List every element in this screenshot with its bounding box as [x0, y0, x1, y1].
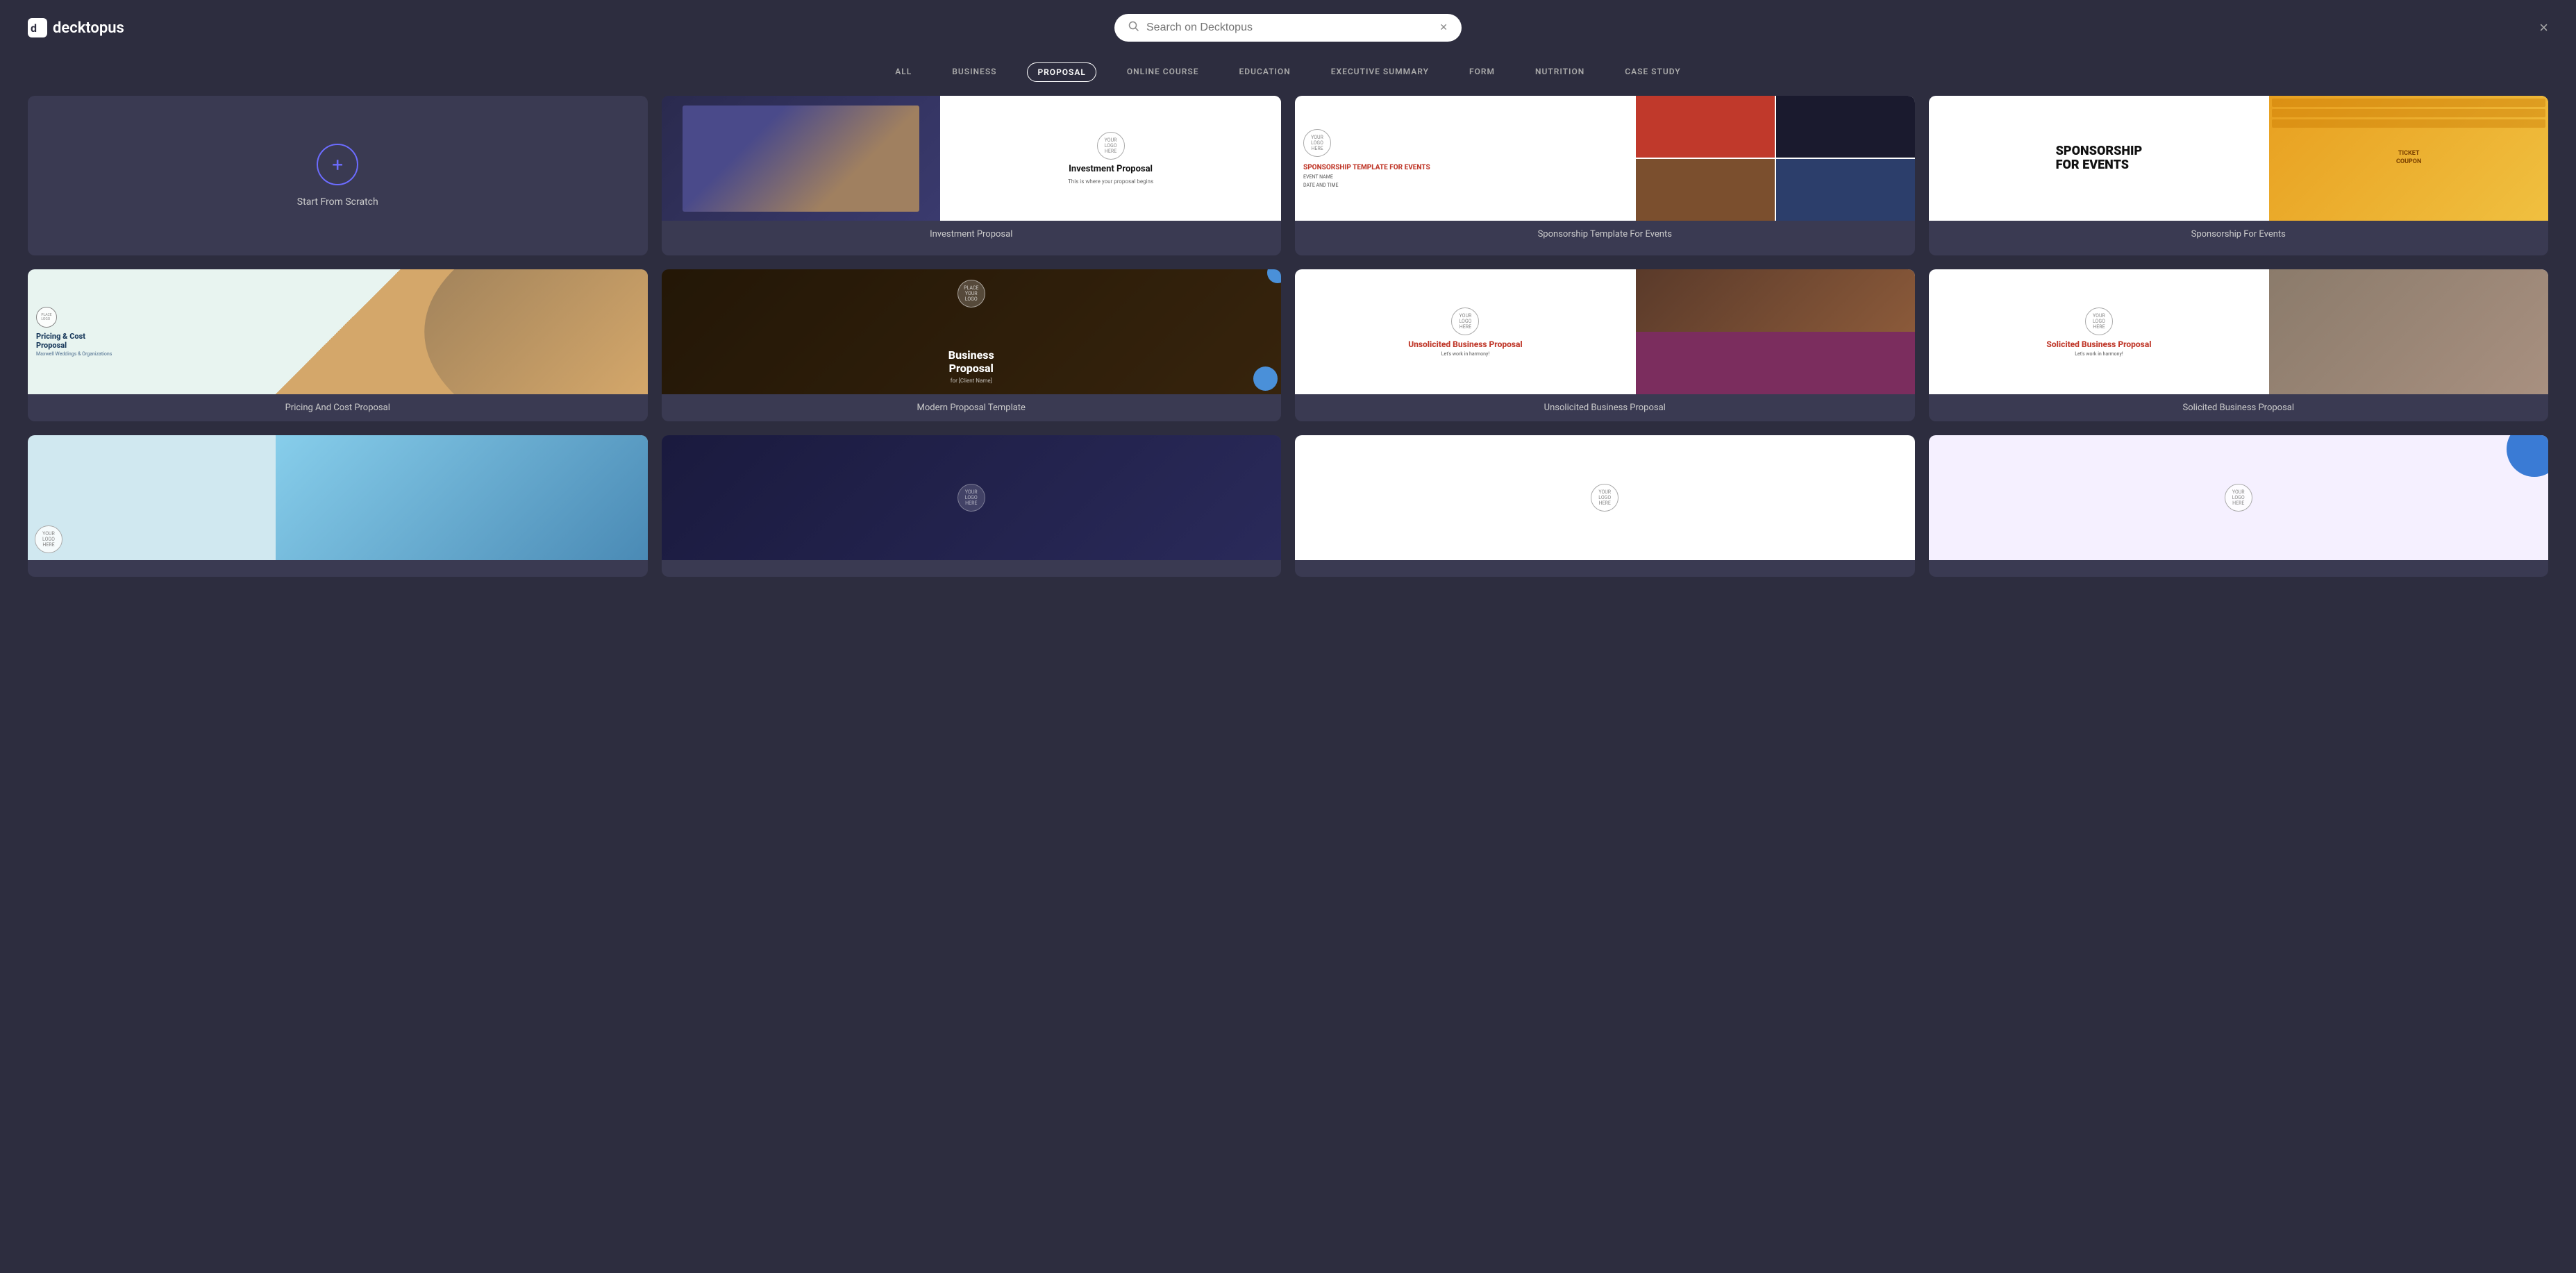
template-thumbnail: YOURLOGOHERE	[1929, 435, 2549, 560]
template-thumbnail: PLACEYOURLOGO BusinessProposal for [Clie…	[662, 269, 1282, 394]
search-bar: ✕	[1114, 14, 1462, 42]
template-thumbnail: SPONSORSHIPFOR EVENTS TICKETCOUPON	[1929, 96, 2549, 221]
template-card-bottom-1[interactable]: YOURLOGOHERE	[28, 435, 648, 577]
template-label	[1295, 560, 1915, 577]
template-label	[28, 560, 648, 577]
template-card-investment-proposal[interactable]: YOURLOGOHERE Investment Proposal This is…	[662, 96, 1282, 255]
plus-icon: +	[317, 144, 358, 185]
template-thumbnail: PLACELOGO Pricing & CostProposal Maxwell…	[28, 269, 648, 394]
template-card-bottom-3[interactable]: YOURLOGOHERE	[1295, 435, 1915, 577]
nav-tabs: ALL BUSINESS PROPOSAL ONLINE COURSE EDUC…	[0, 56, 2576, 96]
tab-online-course[interactable]: ONLINE COURSE	[1117, 62, 1209, 82]
template-thumbnail: YOURLOGOHERE SPONSORSHIP TEMPLATE FOR EV…	[1295, 96, 1915, 221]
tab-form[interactable]: FORM	[1460, 62, 1505, 82]
tab-case-study[interactable]: CASE STUDY	[1615, 62, 1690, 82]
tab-nutrition[interactable]: NUTRITION	[1525, 62, 1594, 82]
template-grid: + Start From Scratch YOURLOGOHERE Invest…	[0, 96, 2576, 605]
header: d decktopus ✕ ×	[0, 0, 2576, 56]
search-icon	[1128, 21, 1139, 35]
template-card-pricing[interactable]: PLACELOGO Pricing & CostProposal Maxwell…	[28, 269, 648, 421]
template-thumbnail: YOURLOGOHERE	[1295, 435, 1915, 560]
tab-business[interactable]: BUSINESS	[942, 62, 1006, 82]
template-label	[1929, 560, 2549, 577]
template-thumbnail: YOURLOGOHERE Investment Proposal This is…	[662, 96, 1282, 221]
template-thumbnail: YOURLOGOHERE Solicited Business Proposal…	[1929, 269, 2549, 394]
tab-executive-summary[interactable]: EXECUTIVE SUMMARY	[1321, 62, 1439, 82]
template-label: Solicited Business Proposal	[1929, 394, 2549, 421]
close-button[interactable]: ×	[2539, 19, 2548, 37]
search-clear-icon[interactable]: ✕	[1439, 22, 1448, 33]
template-thumbnail: YOURLOGOHERE	[28, 435, 648, 560]
template-label: Sponsorship For Events	[1929, 221, 2549, 248]
search-input[interactable]	[1146, 22, 1432, 34]
template-card-solicited[interactable]: YOURLOGOHERE Solicited Business Proposal…	[1929, 269, 2549, 421]
decktopus-logo-icon: d	[28, 18, 47, 37]
template-label: Investment Proposal	[662, 221, 1282, 248]
template-label: Unsolicited Business Proposal	[1295, 394, 1915, 421]
logo-text: decktopus	[53, 19, 124, 37]
template-label: Modern Proposal Template	[662, 394, 1282, 421]
scratch-label: Start From Scratch	[297, 196, 378, 208]
template-label: Pricing And Cost Proposal	[28, 394, 648, 421]
logo[interactable]: d decktopus	[28, 18, 124, 37]
template-card-unsolicited[interactable]: YOURLOGOHERE Unsolicited Business Propos…	[1295, 269, 1915, 421]
tab-proposal[interactable]: PROPOSAL	[1027, 62, 1096, 82]
template-thumbnail: YOURLOGOHERE	[662, 435, 1282, 560]
template-label	[662, 560, 1282, 577]
tab-education[interactable]: EDUCATION	[1230, 62, 1300, 82]
template-card-modern-proposal[interactable]: PLACEYOURLOGO BusinessProposal for [Clie…	[662, 269, 1282, 421]
svg-text:d: d	[31, 22, 37, 35]
template-thumbnail: YOURLOGOHERE Unsolicited Business Propos…	[1295, 269, 1915, 394]
template-card-bottom-2[interactable]: YOURLOGOHERE	[662, 435, 1282, 577]
tab-all[interactable]: ALL	[885, 62, 921, 82]
start-from-scratch-card[interactable]: + Start From Scratch	[28, 96, 648, 255]
template-card-bottom-4[interactable]: YOURLOGOHERE	[1929, 435, 2549, 577]
template-card-sponsorship-events[interactable]: YOURLOGOHERE SPONSORSHIP TEMPLATE FOR EV…	[1295, 96, 1915, 255]
template-label: Sponsorship Template For Events	[1295, 221, 1915, 248]
template-card-sponsorship-fe[interactable]: SPONSORSHIPFOR EVENTS TICKETCOUPON Spons…	[1929, 96, 2549, 255]
